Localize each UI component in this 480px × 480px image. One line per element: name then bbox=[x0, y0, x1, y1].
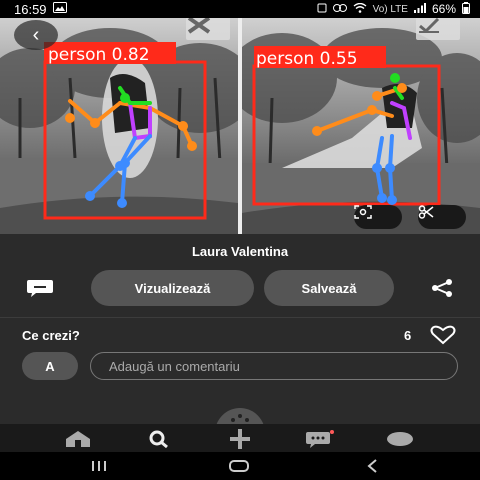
detection-label-right: person 0.55 bbox=[256, 49, 358, 69]
plus-icon bbox=[230, 429, 250, 449]
nav-messages[interactable] bbox=[300, 428, 340, 450]
user-avatar[interactable]: A bbox=[22, 352, 78, 380]
profile-icon bbox=[387, 432, 413, 446]
nav-search[interactable] bbox=[139, 428, 179, 450]
sim-icon bbox=[317, 2, 327, 16]
cut-button[interactable] bbox=[418, 205, 466, 229]
nav-create[interactable] bbox=[220, 428, 260, 450]
check-icon bbox=[419, 18, 440, 34]
volte-icon: Vo) LTE bbox=[372, 3, 408, 15]
nfc-icon bbox=[332, 2, 347, 16]
photo-right[interactable]: person 0.55 bbox=[242, 18, 480, 234]
home-icon bbox=[66, 431, 90, 447]
home-outline-icon bbox=[229, 460, 249, 472]
wifi-icon bbox=[353, 2, 367, 16]
detection-overlay-left: person 0.82 bbox=[43, 42, 207, 220]
like-count: 6 bbox=[404, 328, 412, 343]
status-bar: 16:59 Vo) LTE 66% bbox=[0, 0, 480, 18]
info-panel: Laura Valentina Vizualizează Salvează Ce… bbox=[0, 234, 480, 434]
accept-button[interactable] bbox=[416, 18, 460, 40]
speech-bubble-icon bbox=[27, 280, 53, 297]
nav-profile[interactable] bbox=[380, 428, 420, 450]
chat-icon bbox=[306, 430, 334, 448]
heart-icon bbox=[430, 325, 456, 345]
scissors-icon bbox=[418, 205, 434, 219]
bottom-nav bbox=[0, 424, 480, 452]
status-time: 16:59 bbox=[14, 1, 47, 17]
share-button[interactable] bbox=[430, 278, 454, 303]
comment-input[interactable]: Adaugă un comentariu bbox=[90, 352, 458, 380]
recent-apps-button[interactable] bbox=[84, 456, 114, 476]
share-icon bbox=[432, 279, 452, 297]
system-nav-bar bbox=[0, 452, 480, 480]
focus-icon bbox=[354, 205, 372, 219]
photo-left[interactable]: person 0.82 ‹ bbox=[0, 18, 238, 234]
action-row: Vizualizează Salvează bbox=[0, 270, 480, 306]
back-arrow-icon bbox=[367, 459, 377, 473]
detection-label-left: person 0.82 bbox=[48, 45, 150, 65]
comments-heading: Ce crezi? bbox=[22, 328, 80, 343]
comment-button[interactable] bbox=[26, 278, 54, 303]
battery-icon bbox=[462, 1, 470, 17]
detection-overlay-right: person 0.55 bbox=[252, 46, 441, 206]
signal-icon bbox=[413, 2, 426, 16]
view-button[interactable]: Vizualizează bbox=[91, 270, 254, 306]
gallery-notification-icon bbox=[52, 2, 67, 16]
x-icon bbox=[187, 18, 211, 34]
search-icon bbox=[149, 430, 168, 448]
section-divider bbox=[0, 317, 480, 318]
result-images: person 0.82 ‹ person 0.55 bbox=[0, 18, 480, 234]
nav-home[interactable] bbox=[58, 428, 98, 450]
back-button[interactable]: ‹ bbox=[14, 20, 58, 50]
author-name[interactable]: Laura Valentina bbox=[0, 244, 480, 259]
battery-level: 66% bbox=[431, 2, 456, 16]
app-root: 16:59 Vo) LTE 66% person 0.82 ‹ person 0… bbox=[0, 0, 480, 480]
like-button[interactable] bbox=[430, 325, 456, 350]
save-button[interactable]: Salvează bbox=[264, 270, 394, 306]
back-nav-button[interactable] bbox=[358, 456, 388, 476]
home-button[interactable] bbox=[224, 456, 254, 476]
chevron-left-icon: ‹ bbox=[32, 23, 40, 46]
focus-button[interactable] bbox=[354, 205, 402, 229]
recent-apps-icon bbox=[92, 461, 106, 471]
reject-button[interactable] bbox=[186, 18, 230, 40]
